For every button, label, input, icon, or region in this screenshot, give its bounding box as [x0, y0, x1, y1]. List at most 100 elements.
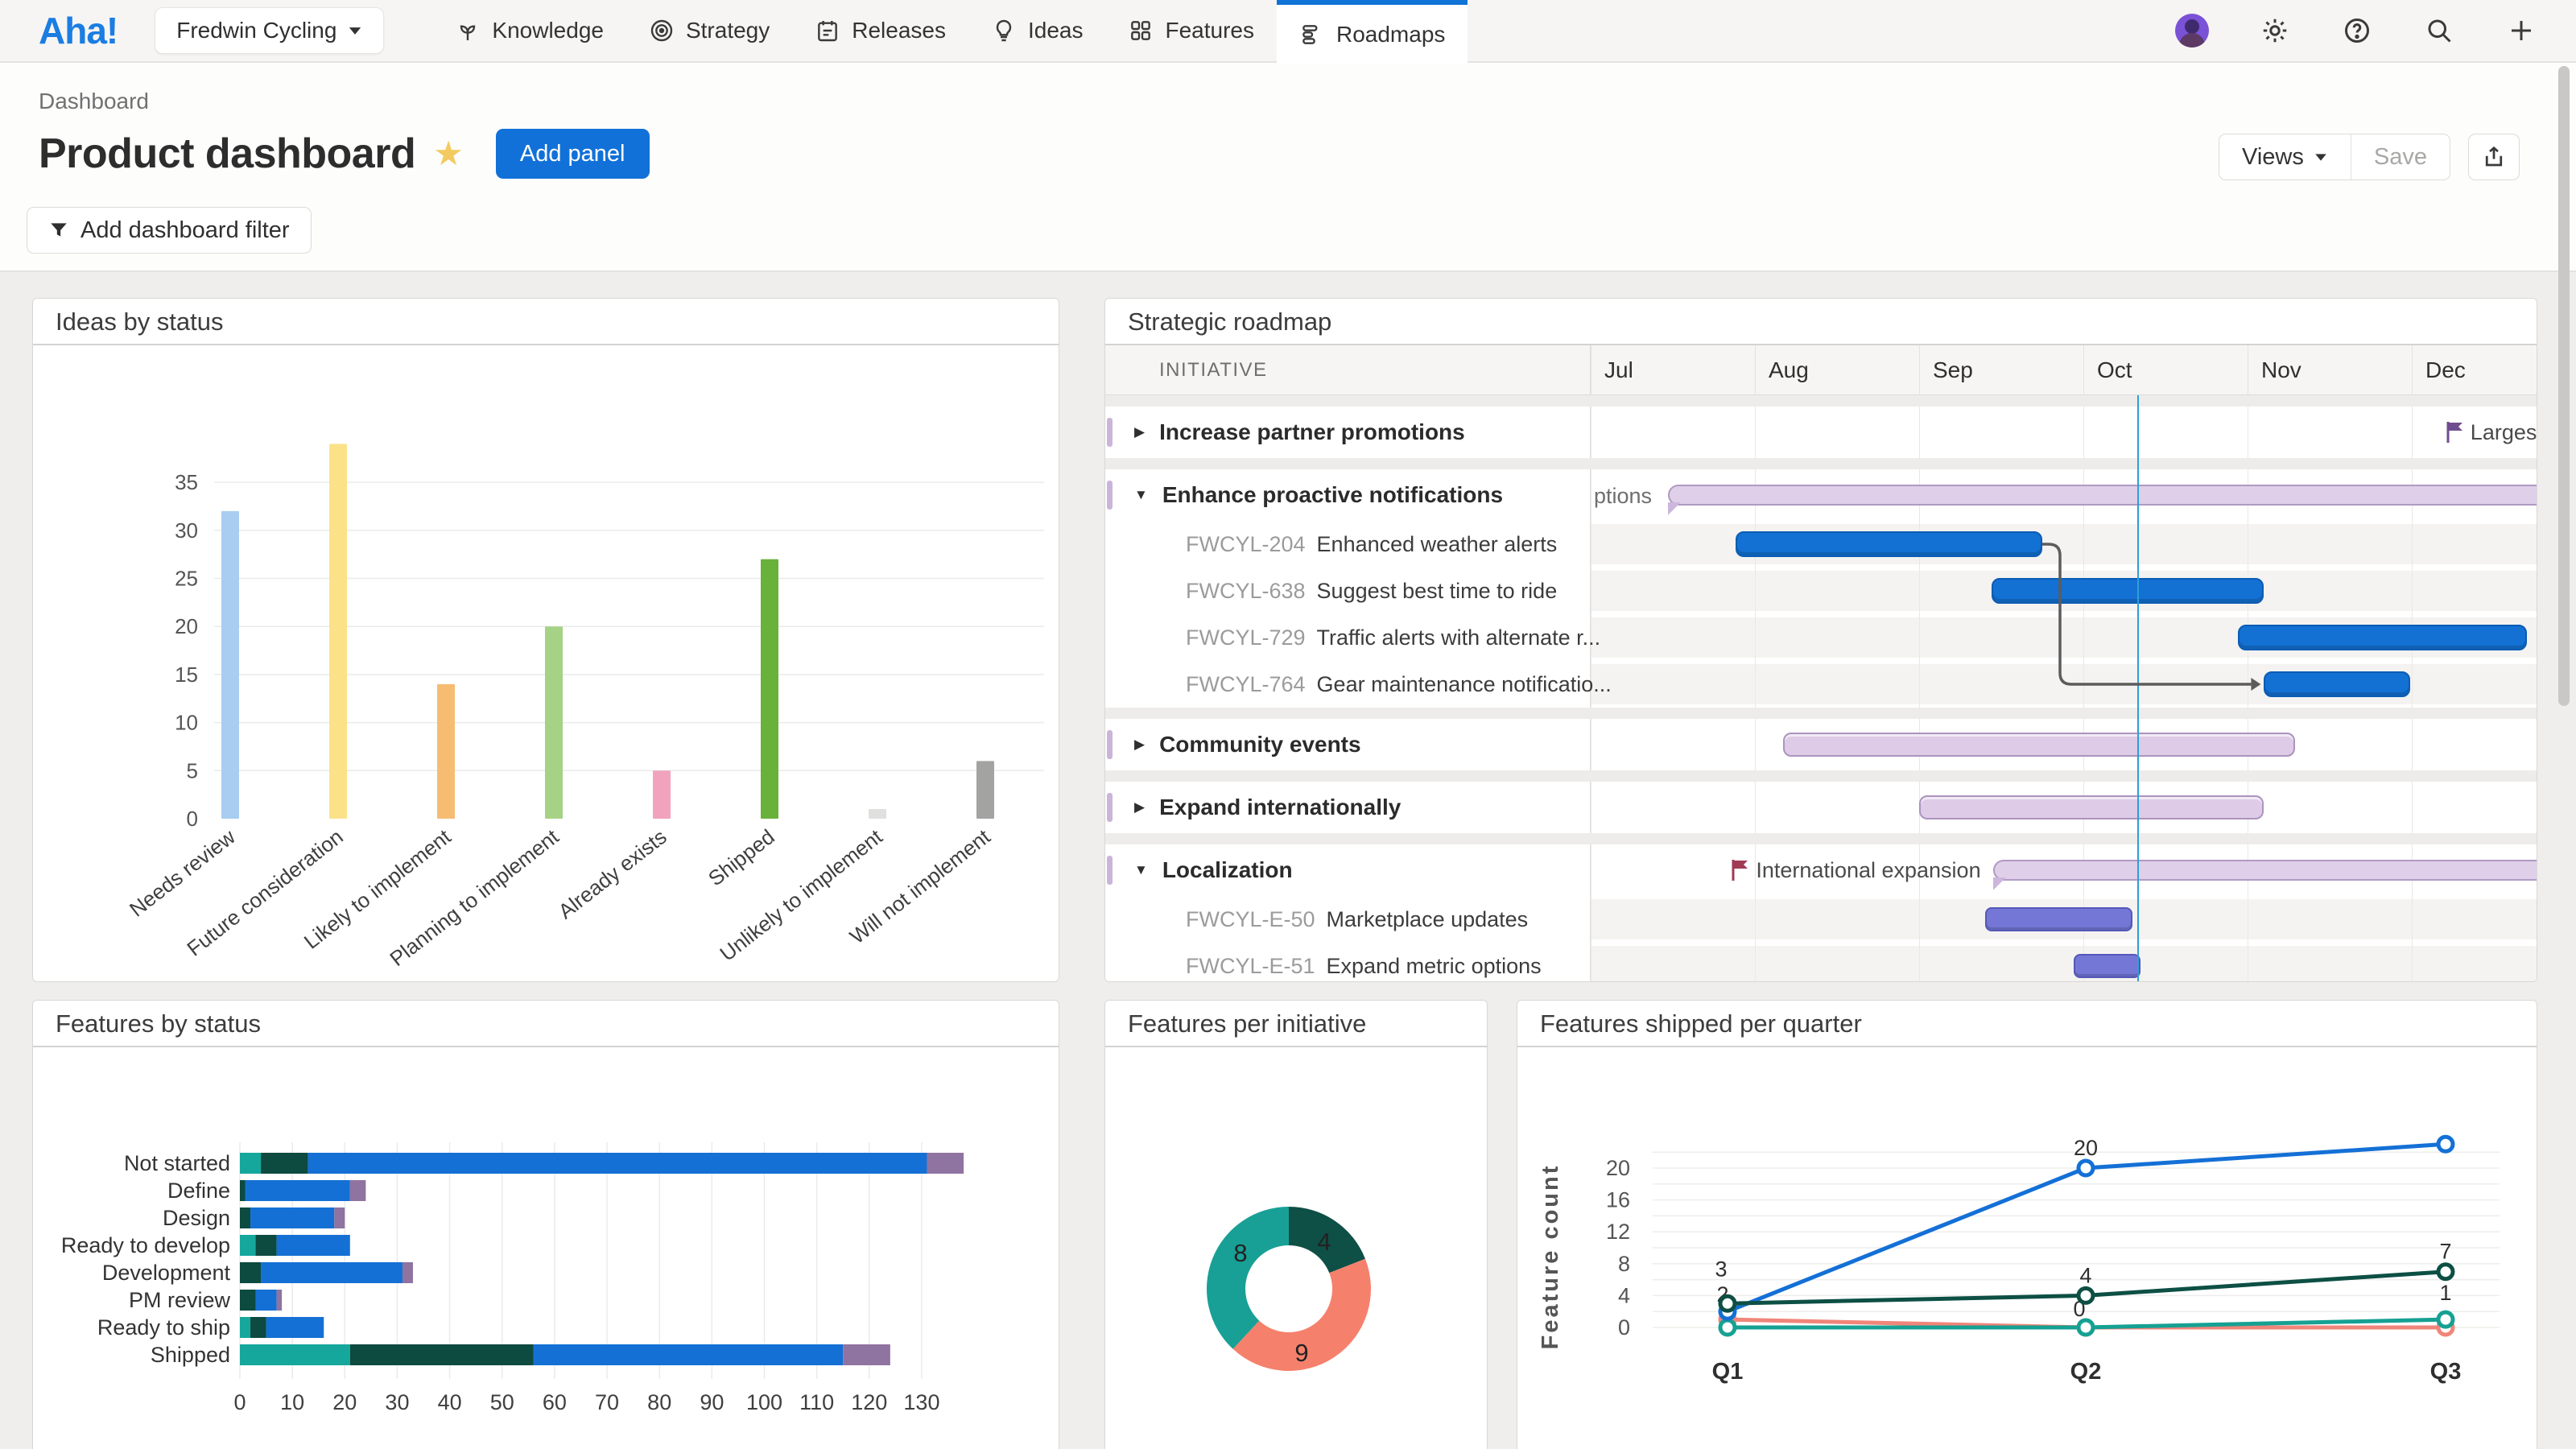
initiative-color-strip: [1107, 793, 1113, 822]
create-button[interactable]: [2505, 14, 2537, 47]
search-button[interactable]: [2423, 14, 2455, 47]
caret-expanded-icon[interactable]: ▼: [1134, 487, 1148, 503]
gantt-initiative-row[interactable]: ▼Enhance proactive notifications: [1134, 469, 1503, 521]
data-point[interactable]: [1720, 1320, 1735, 1335]
gantt-initiative-row[interactable]: ▼Localization: [1134, 844, 1293, 896]
data-point[interactable]: [2438, 1265, 2453, 1279]
gantt-feature-row[interactable]: FWCYL-E-50Marketplace updates: [1186, 896, 1528, 943]
gantt-feature-row[interactable]: FWCYL-764Gear maintenance notificatio...: [1186, 661, 1612, 708]
gantt-bar-FWCYL-E-50[interactable]: [1985, 907, 2133, 931]
stack-segment[interactable]: [240, 1262, 261, 1283]
gantt-initiative-row[interactable]: ▶Community events: [1134, 719, 1361, 770]
add-panel-button[interactable]: Add panel: [496, 129, 650, 179]
gantt-initiative-row[interactable]: ▶Increase partner promotions: [1134, 407, 1465, 458]
help-button[interactable]: [2341, 14, 2373, 47]
data-point[interactable]: [2079, 1288, 2093, 1302]
stack-segment[interactable]: [350, 1344, 534, 1365]
stack-segment[interactable]: [277, 1235, 350, 1256]
stack-segment[interactable]: [240, 1317, 250, 1338]
bar-likely-to-implement[interactable]: [437, 684, 455, 819]
top-nav: Aha! Fredwin Cycling Knowledge Strategy …: [0, 0, 2576, 63]
gantt-initiative-bar[interactable]: [1919, 795, 2264, 819]
stack-segment[interactable]: [843, 1344, 890, 1365]
stack-segment[interactable]: [534, 1344, 843, 1365]
chart-label: Shipped: [704, 824, 779, 890]
workspace-switcher[interactable]: Fredwin Cycling: [155, 7, 384, 54]
milestone-flag-icon[interactable]: [2445, 420, 2466, 444]
data-point[interactable]: [2079, 1161, 2093, 1175]
bar-needs-review[interactable]: [221, 511, 239, 819]
nav-item-roadmaps[interactable]: Roadmaps: [1277, 0, 1468, 64]
gantt-bar-FWCYL-638[interactable]: [1992, 578, 2264, 604]
settings-button[interactable]: [2259, 14, 2291, 47]
chart-label: 100: [746, 1390, 782, 1414]
add-dashboard-filter-button[interactable]: Add dashboard filter: [27, 207, 312, 254]
views-button[interactable]: Views: [2219, 134, 2351, 180]
gantt-bar-FWCYL-E-51[interactable]: [2074, 954, 2141, 978]
data-point[interactable]: [1720, 1296, 1735, 1311]
stack-segment[interactable]: [246, 1180, 350, 1201]
data-point[interactable]: [2079, 1320, 2093, 1335]
bar-already-exists[interactable]: [653, 770, 671, 819]
stack-segment[interactable]: [240, 1180, 246, 1201]
stack-segment[interactable]: [250, 1208, 334, 1228]
gantt-feature-row[interactable]: FWCYL-638Suggest best time to ride: [1186, 568, 1557, 614]
nav-item-features[interactable]: Features: [1105, 0, 1277, 62]
bar-planning-to-implement[interactable]: [545, 626, 563, 819]
gantt-phase-bar[interactable]: [1993, 860, 2537, 881]
chart-label: 12: [1606, 1220, 1630, 1244]
gantt-feature-row[interactable]: FWCYL-204Enhanced weather alerts: [1186, 521, 1557, 568]
nav-item-ideas[interactable]: Ideas: [968, 0, 1106, 62]
gantt-initiative-bar[interactable]: [1783, 733, 2295, 757]
milestone-flag-icon[interactable]: [1730, 858, 1751, 882]
bar-future-consideration[interactable]: [329, 444, 347, 819]
gantt-bar-FWCYL-204[interactable]: [1736, 531, 2042, 557]
data-point[interactable]: [2438, 1137, 2453, 1151]
stack-segment[interactable]: [927, 1153, 964, 1174]
user-avatar[interactable]: [2175, 14, 2209, 47]
stack-segment[interactable]: [240, 1235, 256, 1256]
bar-shipped[interactable]: [761, 559, 778, 819]
caret-expanded-icon[interactable]: ▼: [1134, 862, 1148, 878]
caret-collapsed-icon[interactable]: ▶: [1134, 799, 1145, 815]
stack-segment[interactable]: [240, 1290, 256, 1311]
gantt-phase-bar[interactable]: [1668, 485, 2537, 506]
stack-segment[interactable]: [277, 1290, 283, 1311]
views-label: Views: [2242, 144, 2304, 171]
caret-collapsed-icon[interactable]: ▶: [1134, 737, 1145, 753]
stack-segment[interactable]: [334, 1208, 345, 1228]
stack-segment[interactable]: [240, 1208, 250, 1228]
bar-unlikely-to-implement[interactable]: [869, 809, 886, 819]
stack-segment[interactable]: [261, 1262, 402, 1283]
nav-item-knowledge[interactable]: Knowledge: [432, 0, 626, 62]
stack-segment[interactable]: [240, 1344, 350, 1365]
stack-segment[interactable]: [261, 1153, 308, 1174]
save-button[interactable]: Save: [2351, 134, 2450, 180]
gantt-feature-row[interactable]: FWCYL-729Traffic alerts with alternate r…: [1186, 614, 1600, 661]
stack-segment[interactable]: [256, 1290, 277, 1311]
stack-segment[interactable]: [350, 1180, 366, 1201]
data-point[interactable]: [2438, 1312, 2453, 1327]
share-button[interactable]: [2468, 134, 2520, 180]
caret-collapsed-icon[interactable]: ▶: [1134, 424, 1145, 440]
stack-segment[interactable]: [266, 1317, 324, 1338]
stack-segment[interactable]: [308, 1153, 927, 1174]
gantt-initiative-row[interactable]: ▶Expand internationally: [1134, 782, 1401, 833]
page-title: Product dashboard: [39, 130, 415, 178]
nav-item-releases[interactable]: Releases: [792, 0, 968, 62]
stack-segment[interactable]: [240, 1153, 261, 1174]
donut-slice[interactable]: [1207, 1207, 1289, 1349]
breadcrumb[interactable]: Dashboard: [39, 89, 149, 114]
chart-label: 10: [280, 1390, 304, 1414]
bar-will-not-implement[interactable]: [976, 761, 994, 819]
gantt-feature-row[interactable]: FWCYL-E-51Expand metric options: [1186, 943, 1542, 982]
gantt-bar-FWCYL-764[interactable]: [2264, 671, 2410, 697]
aha-logo[interactable]: Aha!: [39, 9, 118, 52]
stack-segment[interactable]: [250, 1317, 266, 1338]
stack-segment[interactable]: [256, 1235, 277, 1256]
gantt-bar-FWCYL-729[interactable]: [2238, 625, 2527, 650]
favorite-star-icon[interactable]: ★: [433, 137, 464, 171]
page-scrollbar-thumb[interactable]: [2558, 66, 2570, 706]
stack-segment[interactable]: [402, 1262, 413, 1283]
nav-item-strategy[interactable]: Strategy: [626, 0, 792, 62]
